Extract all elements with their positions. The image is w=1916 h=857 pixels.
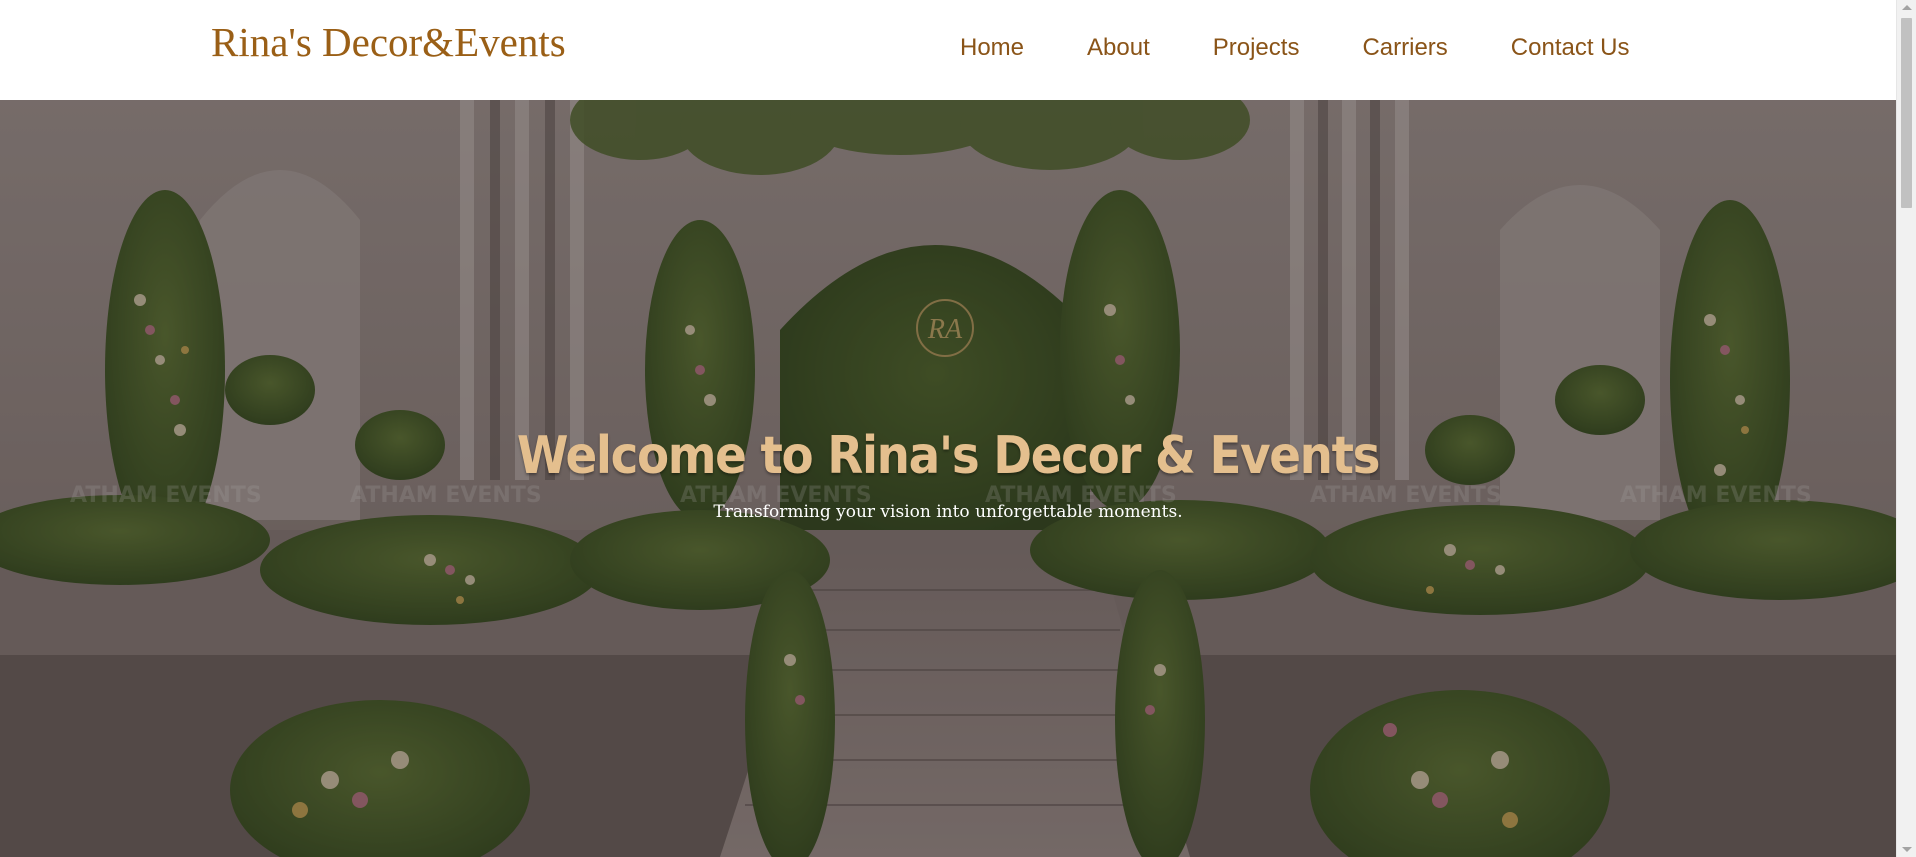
- nav-carriers[interactable]: Carriers: [1362, 34, 1447, 62]
- hero-subtitle: Transforming your vision into unforgetta…: [713, 502, 1183, 522]
- nav-contact-us[interactable]: Contact Us: [1511, 34, 1630, 62]
- scroll-thumb[interactable]: [1901, 18, 1912, 208]
- hero-title: Welcome to Rina's Decor & Events: [516, 426, 1381, 486]
- vertical-scrollbar[interactable]: [1896, 0, 1916, 857]
- nav-projects[interactable]: Projects: [1213, 34, 1300, 62]
- page: Rina's Decor&Events Home About Projects …: [0, 0, 1916, 857]
- site-logo[interactable]: Rina's Decor&Events: [211, 18, 566, 66]
- nav-home[interactable]: Home: [960, 34, 1024, 62]
- scroll-up-icon[interactable]: [1902, 5, 1912, 10]
- hero-section: RA ATHAM EVENTS ATHAM EVENTS ATHAM EVENT…: [0, 100, 1896, 857]
- main-nav: Home About Projects Carriers Contact Us: [960, 34, 1630, 62]
- site-header: Rina's Decor&Events Home About Projects …: [0, 0, 1896, 100]
- nav-about[interactable]: About: [1087, 34, 1150, 62]
- scroll-down-icon[interactable]: [1902, 847, 1912, 852]
